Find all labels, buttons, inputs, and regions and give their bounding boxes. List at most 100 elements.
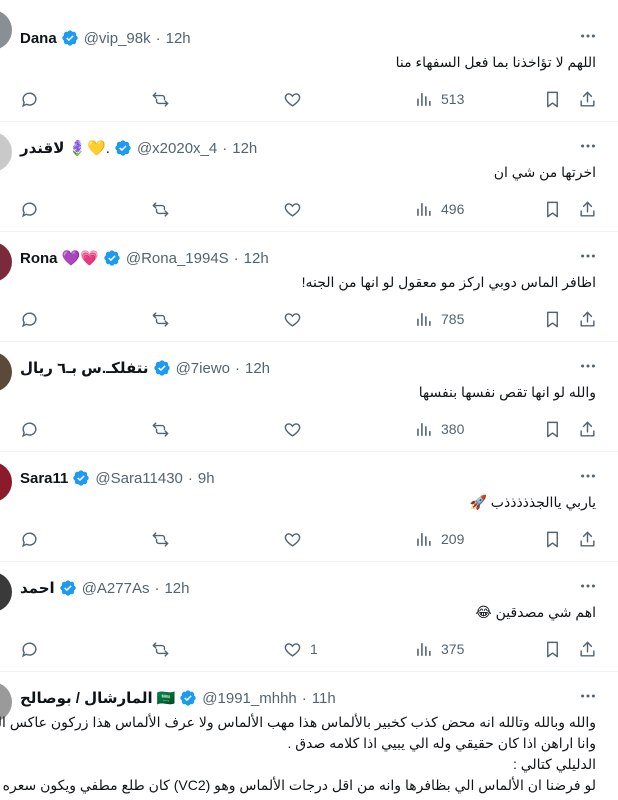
- repost-icon: [152, 641, 169, 657]
- tweet-actions: 380: [20, 418, 600, 440]
- bookmark-button[interactable]: [543, 638, 562, 660]
- verified-badge-icon: [73, 470, 90, 486]
- reply-icon: [22, 531, 37, 547]
- display-name[interactable]: Sara11: [20, 470, 68, 487]
- tweet-actions: 513: [20, 88, 600, 110]
- verified-badge-icon: [115, 140, 131, 156]
- timestamp[interactable]: 12h: [244, 250, 269, 267]
- share-button[interactable]: [578, 308, 597, 330]
- repost-button[interactable]: [151, 308, 178, 330]
- views-button[interactable]: 375: [414, 638, 464, 660]
- display-name[interactable]: المارشال / بوصالح: [20, 689, 153, 707]
- share-button[interactable]: [578, 638, 597, 660]
- avatar[interactable]: [0, 462, 12, 502]
- like-button[interactable]: [283, 88, 310, 110]
- more-options-icon[interactable]: [578, 246, 598, 266]
- share-button[interactable]: [578, 528, 597, 550]
- separator-dot: ·: [155, 29, 161, 47]
- bookmark-button[interactable]: [543, 418, 562, 440]
- avatar[interactable]: [0, 352, 12, 392]
- avatar[interactable]: [0, 10, 12, 50]
- like-button[interactable]: [283, 528, 310, 550]
- tweet-text: ياربي ياالجذذذذذب 🚀: [469, 494, 596, 510]
- views-button[interactable]: 785: [414, 308, 464, 330]
- user-handle[interactable]: @A277As: [82, 580, 150, 597]
- share-icon: [580, 91, 595, 107]
- more-options-icon[interactable]: [578, 576, 598, 596]
- like-button[interactable]: [283, 198, 310, 220]
- timestamp[interactable]: 12h: [166, 30, 191, 47]
- bookmark-button[interactable]: [543, 198, 562, 220]
- views-button[interactable]: 209: [414, 528, 464, 550]
- user-handle[interactable]: @x2020x_4: [137, 140, 217, 157]
- tweet[interactable]: لاقندر 🪻💛. @x2020x_4 · 12h اخرتها من شي …: [0, 122, 618, 232]
- timestamp[interactable]: 11h: [312, 690, 336, 707]
- tweet-header: Sara11 @Sara11430 · 9h: [20, 468, 215, 488]
- views-button[interactable]: 513: [414, 88, 464, 110]
- share-button[interactable]: [578, 88, 597, 110]
- bookmark-button[interactable]: [543, 528, 562, 550]
- reply-button[interactable]: [20, 638, 47, 660]
- avatar[interactable]: [0, 242, 12, 282]
- reply-icon: [22, 91, 37, 107]
- reply-button[interactable]: [20, 418, 47, 440]
- repost-button[interactable]: [151, 418, 178, 440]
- display-name[interactable]: لاقندر: [20, 139, 64, 157]
- heart-icon: [284, 92, 301, 107]
- reply-button[interactable]: [20, 528, 47, 550]
- timestamp[interactable]: 9h: [198, 470, 215, 487]
- bookmark-button[interactable]: [543, 308, 562, 330]
- bookmark-icon: [547, 91, 558, 107]
- views-button[interactable]: 380: [414, 418, 464, 440]
- views-button[interactable]: 496: [414, 198, 464, 220]
- repost-button[interactable]: [151, 88, 178, 110]
- display-name[interactable]: نتفلكـ.س بـ٦ ريال: [20, 359, 149, 377]
- separator-dot: ·: [301, 689, 307, 707]
- reply-button[interactable]: [20, 198, 47, 220]
- verified-badge-icon: [153, 360, 170, 376]
- tweet-header: لاقندر 🪻💛. @x2020x_4 · 12h: [20, 138, 257, 158]
- tweet[interactable]: Sara11 @Sara11430 · 9h ياربي ياالجذذذذذب…: [0, 452, 618, 562]
- tweet-header: احمد @A277As · 12h: [20, 578, 189, 598]
- share-icon: [580, 421, 595, 437]
- share-button[interactable]: [578, 418, 597, 440]
- user-handle[interactable]: @vip_98k: [84, 30, 151, 47]
- tweet-text-line: وانا اراهن اذا كان حقيقي وله الي يبيي اذ…: [287, 735, 596, 751]
- tweet-header: نتفلكـ.س بـ٦ ريال @7iewo · 12h: [20, 358, 270, 378]
- like-button[interactable]: [283, 418, 310, 440]
- more-options-icon[interactable]: [578, 356, 598, 376]
- tweet[interactable]: Rona 💜💗 @Rona_1994S · 12h اظافر الماس دو…: [0, 232, 618, 342]
- tweet[interactable]: احمد @A277As · 12h اهم شي مصدقين 😂 1 375: [0, 562, 618, 672]
- more-options-icon[interactable]: [578, 466, 598, 486]
- avatar[interactable]: [0, 572, 12, 612]
- tweet-header: Rona 💜💗 @Rona_1994S · 12h: [20, 248, 269, 268]
- more-options-icon[interactable]: [578, 686, 598, 706]
- display-name[interactable]: Dana: [20, 30, 57, 47]
- like-button[interactable]: 1: [283, 638, 318, 660]
- tweet[interactable]: المارشال / بوصالح 🇸🇦 @1991_mhhh · 11h وا…: [0, 672, 618, 800]
- tweet[interactable]: نتفلكـ.س بـ٦ ريال @7iewo · 12h والله لو …: [0, 342, 618, 452]
- reply-button[interactable]: [20, 308, 47, 330]
- repost-button[interactable]: [151, 528, 178, 550]
- share-button[interactable]: [578, 198, 597, 220]
- timestamp[interactable]: 12h: [245, 360, 270, 377]
- tweet[interactable]: Dana @vip_98k · 12h اللهم لا تؤاخذنا بما…: [0, 0, 618, 122]
- user-handle[interactable]: @1991_mhhh: [202, 690, 296, 707]
- views-chart-icon: [417, 532, 431, 546]
- display-name[interactable]: Rona: [20, 250, 58, 267]
- user-handle[interactable]: @7iewo: [176, 360, 230, 377]
- timestamp[interactable]: 12h: [232, 140, 257, 157]
- repost-button[interactable]: [151, 638, 178, 660]
- avatar[interactable]: [0, 132, 12, 172]
- repost-button[interactable]: [151, 198, 178, 220]
- bookmark-button[interactable]: [543, 88, 562, 110]
- name-emoji: 💜💗: [61, 250, 99, 267]
- user-handle[interactable]: @Rona_1994S: [126, 250, 229, 267]
- more-options-icon[interactable]: [578, 136, 598, 156]
- like-button[interactable]: [283, 308, 310, 330]
- display-name[interactable]: احمد: [20, 579, 55, 597]
- reply-button[interactable]: [20, 88, 47, 110]
- more-options-icon[interactable]: [578, 26, 598, 46]
- timestamp[interactable]: 12h: [164, 580, 189, 597]
- user-handle[interactable]: @Sara11430: [95, 470, 183, 487]
